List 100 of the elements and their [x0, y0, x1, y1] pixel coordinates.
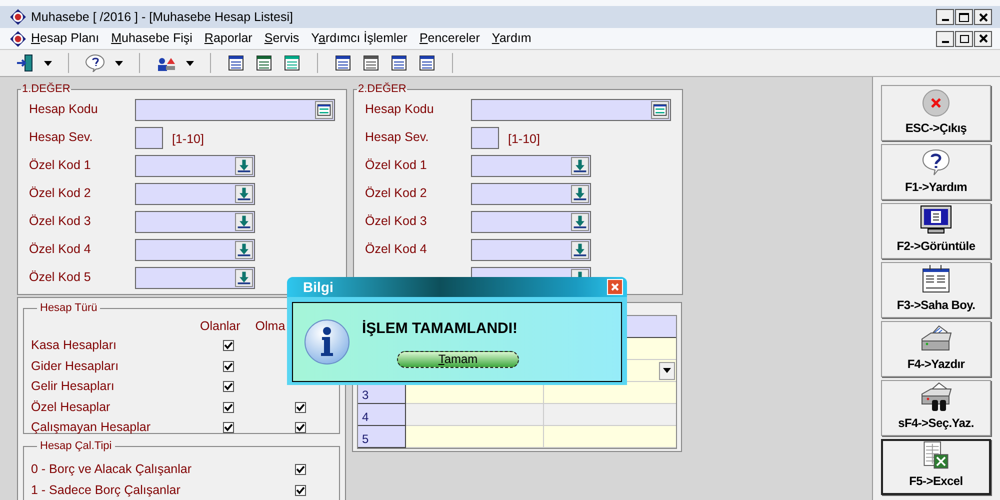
maximize-button[interactable] — [955, 9, 973, 25]
field-label: Özel Kod 5 — [29, 269, 92, 286]
close-icon — [611, 283, 619, 291]
caret-icon[interactable] — [44, 60, 52, 66]
checkbox-label: Çalışmayan Hesaplar — [31, 419, 152, 436]
function-button[interactable]: F2->Görüntüle — [881, 203, 991, 259]
level-field[interactable] — [471, 126, 499, 148]
column-header: Olma — [255, 318, 286, 334]
caret-icon[interactable] — [663, 368, 671, 373]
close-icon — [978, 34, 988, 43]
group-title: 2.DEĞER — [357, 82, 408, 97]
checkbox-label: Gelir Hesapları — [31, 378, 116, 396]
account-code-field[interactable] — [135, 98, 335, 120]
checkbox-label: Gider Hesapları — [31, 358, 120, 375]
spreadsheet-icon — [921, 441, 951, 470]
caret-icon[interactable] — [186, 60, 194, 66]
dropdown-button[interactable] — [659, 362, 675, 380]
field-label: Özel Kod 2 — [29, 185, 92, 202]
restore-button[interactable] — [955, 30, 973, 46]
field-label: Hesap Sev. — [29, 129, 94, 146]
special-code-field[interactable] — [135, 210, 255, 232]
field-label: Hesap Kodu — [365, 101, 435, 118]
field-label: Özel Kod 1 — [365, 157, 428, 174]
close-button[interactable] — [974, 30, 992, 46]
field-label: Özel Kod 3 — [29, 213, 92, 230]
printer-icon — [919, 325, 953, 353]
column-width-icon — [921, 264, 951, 294]
function-button[interactable]: ESC->Çıkış — [881, 85, 991, 141]
list-icon[interactable] — [283, 54, 301, 72]
field-label: Hesap Sev. — [365, 129, 430, 146]
special-code-field[interactable] — [135, 238, 255, 260]
field-label: Özel Kod 3 — [365, 213, 428, 230]
form-icon[interactable] — [255, 54, 273, 72]
minimize-button[interactable] — [936, 30, 954, 46]
checkbox-label: Özel Hesaplar — [31, 398, 112, 416]
report-grid-icon[interactable] — [362, 54, 380, 72]
menu-item[interactable]: Hesap Planı — [31, 29, 100, 48]
ok-button[interactable]: Tamam — [397, 350, 519, 368]
special-code-field[interactable] — [135, 154, 255, 176]
checkbox[interactable] — [295, 402, 306, 413]
field-label: Özel Kod 2 — [365, 185, 428, 202]
menu-item[interactable]: Servis — [264, 29, 300, 48]
window-icon[interactable] — [227, 54, 245, 72]
help-icon — [921, 148, 951, 176]
special-code-field[interactable] — [471, 210, 591, 232]
menu-item[interactable]: Pencereler — [419, 29, 480, 48]
menu-item[interactable]: Yardım — [492, 29, 532, 48]
close-icon — [978, 12, 988, 22]
checkbox-label: Kasa Hesapları — [31, 337, 118, 354]
function-button[interactable]: F3->Saha Boy. — [881, 262, 991, 318]
special-code-field[interactable] — [135, 182, 255, 204]
special-code-field[interactable] — [135, 266, 255, 288]
row-number-cell: 5 — [358, 426, 406, 448]
checkbox[interactable] — [223, 422, 234, 434]
printer-binoculars-icon — [919, 382, 953, 412]
checkbox-label: 0 - Borç ve Alacak Çalışanlar — [31, 460, 192, 478]
function-button[interactable]: F4->Yazdır — [881, 321, 991, 377]
monitor-icon — [920, 205, 952, 235]
field-label: Hesap Kodu — [29, 101, 99, 118]
close-icon — [922, 89, 950, 117]
menu-item[interactable]: Raporlar — [204, 29, 252, 48]
table-lookup-icon[interactable] — [651, 100, 669, 118]
account-code-field[interactable] — [471, 98, 671, 120]
field-label: Özel Kod 4 — [29, 241, 92, 258]
function-button[interactable]: F1->Yardım — [881, 144, 991, 200]
checkbox-label: 1 - Sadece Borç Çalışanlar — [31, 482, 182, 499]
checkbox[interactable] — [223, 381, 234, 392]
checkbox[interactable] — [295, 422, 306, 434]
checkbox[interactable] — [295, 484, 306, 496]
help-icon[interactable] — [85, 54, 105, 72]
function-button[interactable]: F5->Excel — [881, 439, 991, 495]
info-icon — [304, 319, 350, 365]
field-label: Özel Kod 4 — [365, 241, 428, 258]
group-title: 1.DEĞER — [21, 82, 72, 97]
minimize-button[interactable] — [936, 9, 954, 25]
column-header: Olanlar — [200, 318, 240, 334]
checkbox[interactable] — [223, 360, 234, 372]
special-code-field[interactable] — [471, 154, 591, 176]
group-title: Hesap Çal.Tipi — [39, 439, 113, 454]
checkbox[interactable] — [223, 340, 234, 352]
row-number-cell: 4 — [358, 404, 406, 426]
dialog-message: İŞLEM TAMAMLANDI! — [362, 319, 519, 340]
special-code-field[interactable] — [471, 238, 591, 260]
range-hint: [1-10] — [172, 131, 204, 148]
table-icon[interactable] — [418, 54, 436, 72]
checkbox[interactable] — [295, 464, 306, 474]
level-field[interactable] — [135, 126, 163, 148]
caret-icon[interactable] — [115, 60, 123, 66]
exit-door-icon[interactable] — [16, 54, 34, 72]
special-code-field[interactable] — [471, 182, 591, 204]
menu-item[interactable]: Muhasebe Fişi — [111, 29, 192, 48]
group-title: Hesap Türü — [39, 301, 98, 316]
menu-item[interactable]: Yardımcı İşlemler — [311, 29, 408, 48]
report-icon[interactable] — [334, 54, 352, 72]
checkbox[interactable] — [223, 402, 234, 413]
table-lookup-icon[interactable] — [315, 100, 333, 118]
function-button[interactable]: sF4->Seç.Yaz. — [881, 380, 991, 436]
stacked-windows-icon[interactable] — [390, 54, 408, 72]
close-button[interactable] — [974, 9, 992, 25]
field-label: Özel Kod 1 — [29, 157, 92, 174]
